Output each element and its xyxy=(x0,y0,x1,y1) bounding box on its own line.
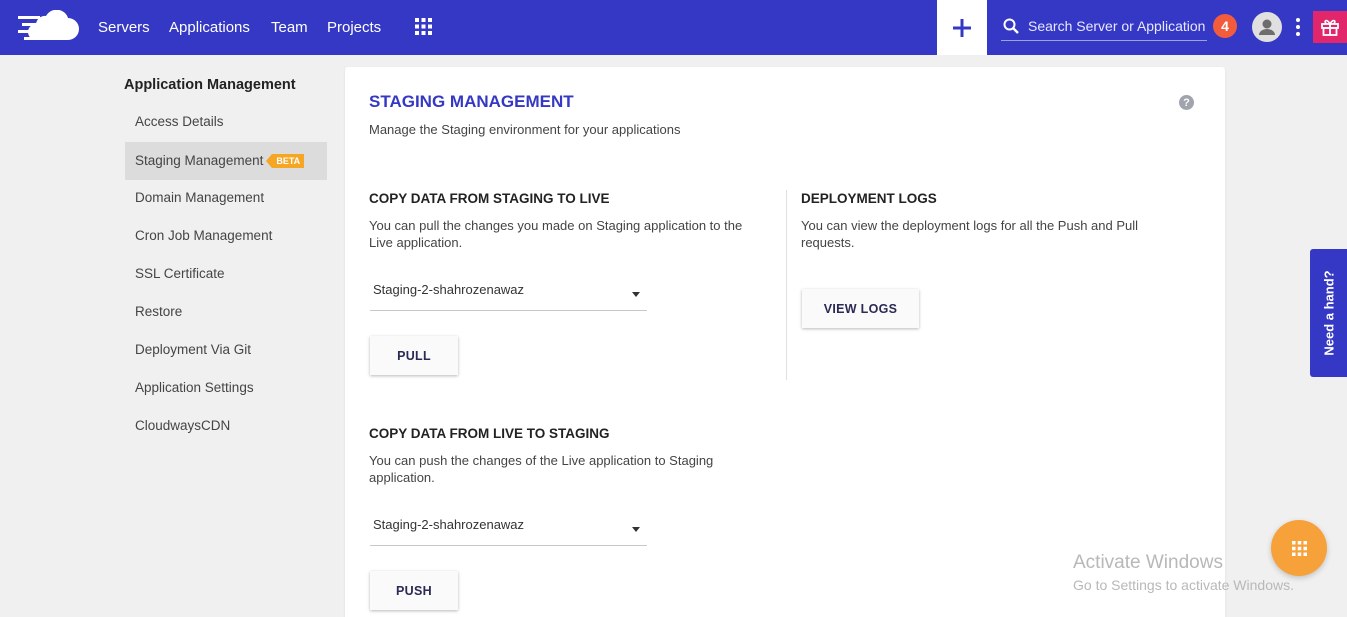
sidebar-item-label: Domain Management xyxy=(135,190,265,205)
live-to-staging-description: You can push the changes of the Live app… xyxy=(369,452,779,486)
select-value: Staging-2-shahrozenawaz xyxy=(373,517,525,532)
cloud-logo-icon[interactable] xyxy=(18,10,80,44)
need-a-hand-label: Need a hand? xyxy=(1321,270,1336,356)
staging-to-live-title: COPY DATA FROM STAGING TO LIVE xyxy=(369,191,610,206)
staging-to-live-description: You can pull the changes you made on Sta… xyxy=(369,217,779,251)
sidebar-item-label: SSL Certificate xyxy=(135,266,225,281)
sidebar-item-restore[interactable]: Restore xyxy=(125,293,327,331)
nav-projects[interactable]: Projects xyxy=(327,19,381,36)
sidebar-item-cloudwayscdn[interactable]: CloudwaysCDN xyxy=(125,407,327,445)
pull-button[interactable]: PULL xyxy=(370,336,458,375)
staging-to-live-select[interactable]: Staging-2-shahrozenawaz xyxy=(370,279,647,311)
sidebar-item-label: Access Details xyxy=(135,114,224,129)
section-divider xyxy=(786,190,787,380)
grid-icon xyxy=(1291,540,1307,556)
sidebar-item-deployment-via-git[interactable]: Deployment Via Git xyxy=(125,331,327,369)
gift-button[interactable] xyxy=(1313,11,1347,43)
sidebar-item-staging-management[interactable]: Staging Management BETA xyxy=(125,142,327,180)
live-to-staging-title: COPY DATA FROM LIVE TO STAGING xyxy=(369,426,610,441)
sidebar-item-label: Application Settings xyxy=(135,380,254,395)
nav-servers[interactable]: Servers xyxy=(98,19,150,36)
grid-icon[interactable] xyxy=(415,18,432,35)
view-logs-button[interactable]: VIEW LOGS xyxy=(802,289,919,328)
sidebar-item-application-settings[interactable]: Application Settings xyxy=(125,369,327,407)
sidebar-item-label: Cron Job Management xyxy=(135,228,273,243)
description-line: requests. xyxy=(801,235,855,250)
description-line: You can push the changes of the Live app… xyxy=(369,453,714,468)
sidebar-item-domain-management[interactable]: Domain Management xyxy=(125,179,327,217)
description-line: You can view the deployment logs for all… xyxy=(801,218,1139,233)
sidebar-title: Application Management xyxy=(124,77,296,93)
description-line: You can pull the changes you made on Sta… xyxy=(369,218,743,233)
sidebar-item-label: CloudwaysCDN xyxy=(135,418,231,433)
caret-down-icon xyxy=(632,527,640,532)
help-icon[interactable]: ? xyxy=(1179,95,1194,110)
need-a-hand-tab[interactable]: Need a hand? xyxy=(1310,249,1347,377)
kebab-menu-icon[interactable] xyxy=(1292,17,1304,37)
description-line: application. xyxy=(369,470,435,485)
page-subtitle: Manage the Staging environment for your … xyxy=(369,122,681,137)
search-box xyxy=(1001,12,1207,41)
nav-team[interactable]: Team xyxy=(271,19,308,36)
sidebar-item-label: Restore xyxy=(135,304,183,319)
nav-applications[interactable]: Applications xyxy=(169,19,250,36)
top-navbar: Servers Applications Team Projects 4 xyxy=(0,0,1347,55)
sidebar-item-cron-job-management[interactable]: Cron Job Management xyxy=(125,217,327,255)
deployment-logs-title: DEPLOYMENT LOGS xyxy=(801,191,937,206)
beta-badge: BETA xyxy=(266,154,305,168)
page-title: STAGING MANAGEMENT xyxy=(369,92,574,111)
deployment-logs-description: You can view the deployment logs for all… xyxy=(801,217,1201,251)
sidebar-item-label: Staging Management xyxy=(135,153,264,168)
sidebar-item-access-details[interactable]: Access Details xyxy=(125,103,327,141)
push-button[interactable]: PUSH xyxy=(370,571,458,610)
floating-apps-button[interactable] xyxy=(1271,520,1327,576)
notification-badge[interactable]: 4 xyxy=(1213,14,1237,38)
add-button[interactable] xyxy=(937,0,987,55)
select-value: Staging-2-shahrozenawaz xyxy=(373,282,525,297)
activate-windows-subtitle: Go to Settings to activate Windows. xyxy=(1073,577,1294,593)
activate-windows-title: Activate Windows xyxy=(1073,552,1223,573)
gift-icon xyxy=(1321,19,1339,36)
search-input[interactable] xyxy=(1028,15,1206,37)
description-line: Live application. xyxy=(369,235,463,250)
live-to-staging-select[interactable]: Staging-2-shahrozenawaz xyxy=(370,514,647,546)
plus-icon xyxy=(953,18,971,37)
caret-down-icon xyxy=(632,292,640,297)
sidebar-item-ssl-certificate[interactable]: SSL Certificate xyxy=(125,255,327,293)
user-avatar-icon[interactable] xyxy=(1252,12,1282,42)
sidebar-item-label: Deployment Via Git xyxy=(135,342,252,357)
search-icon xyxy=(1003,18,1019,34)
